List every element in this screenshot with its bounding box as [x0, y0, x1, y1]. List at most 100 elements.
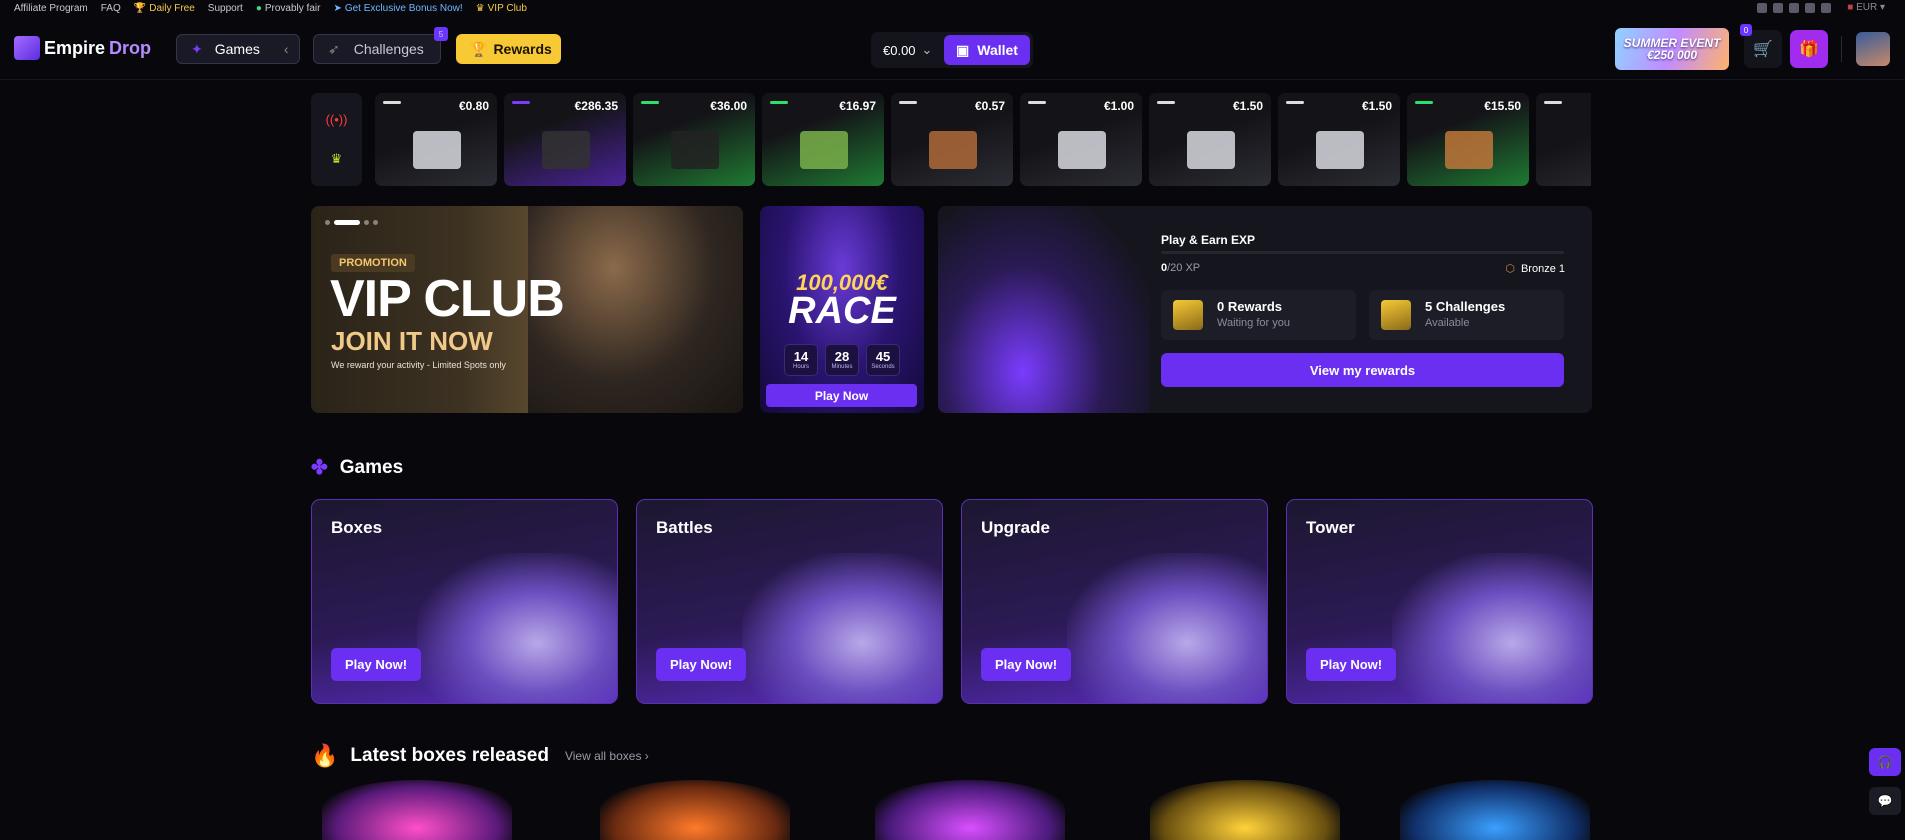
main-header: Empire Drop ✦ Games ‹ ➶ Challenges 5 🏆 Re…: [0, 16, 1905, 80]
game-card-tower[interactable]: Tower Play Now!: [1286, 499, 1593, 704]
drop-card[interactable]: €1.00: [1020, 93, 1142, 186]
rewards-card[interactable]: 0 Rewards Waiting for you: [1161, 290, 1356, 340]
gift-box-icon: [1173, 300, 1203, 330]
logo[interactable]: Empire Drop: [14, 36, 151, 60]
drop-card[interactable]: €1.50: [1278, 93, 1400, 186]
play-button[interactable]: Play Now!: [1306, 648, 1397, 681]
balance-box: €0.00 ⌄ ▣ Wallet: [871, 32, 1033, 68]
rarity-bar: [1028, 101, 1046, 104]
youtube-icon[interactable]: [1805, 2, 1816, 13]
latest-box[interactable]: [600, 780, 790, 840]
affiliate-link[interactable]: Affiliate Program: [14, 3, 88, 14]
game-card-battles[interactable]: Battles Play Now!: [636, 499, 943, 704]
drop-price: €0.57: [974, 99, 1005, 113]
game-card-boxes[interactable]: Boxes Play Now!: [311, 499, 618, 704]
drop-item-image: [1445, 131, 1493, 169]
drop-item-image: [800, 131, 848, 169]
drop-price: €1.50: [1361, 99, 1392, 113]
game-card-upgrade[interactable]: Upgrade Play Now!: [961, 499, 1268, 704]
drop-item-image: [929, 131, 977, 169]
support-button[interactable]: 🎧: [1869, 748, 1901, 776]
instagram-icon[interactable]: [1757, 2, 1768, 13]
rarity-bar: [770, 101, 788, 104]
exp-panel: Play & Earn EXP 0/20 XP ⬡ Bronze 1 0 Rewa…: [938, 206, 1592, 413]
provably-fair-link[interactable]: ● Provably fair: [256, 3, 321, 14]
trophy-cup-icon: [1381, 300, 1411, 330]
exp-character-image: [938, 206, 1150, 413]
gamepad-icon: ✤: [311, 457, 328, 479]
daily-free-link[interactable]: 🏆 Daily Free: [134, 3, 195, 14]
rarity-bar: [1157, 101, 1175, 104]
drop-card[interactable]: [1536, 93, 1591, 186]
wallet-icon: ▣: [956, 41, 970, 58]
flame-icon: 🔥: [311, 743, 339, 768]
carousel-dot[interactable]: [364, 220, 369, 225]
drop-card[interactable]: €15.50: [1407, 93, 1529, 186]
play-button[interactable]: Play Now!: [656, 648, 747, 681]
upgrade-art: [1067, 553, 1267, 703]
play-button[interactable]: Play Now!: [331, 648, 422, 681]
latest-box[interactable]: [322, 780, 512, 840]
race-countdown: 14 Hours 28 Minutes 45 Seconds: [784, 344, 900, 376]
balance-value[interactable]: €0.00: [883, 43, 916, 58]
carousel-dot-active[interactable]: [334, 220, 360, 225]
telegram-icon: ➤: [333, 2, 342, 14]
cart-button[interactable]: 🛒 0: [1740, 24, 1782, 68]
games-menu-button[interactable]: ✦ Games ‹: [176, 34, 300, 64]
challenges-button[interactable]: ➶ Challenges 5: [313, 27, 448, 64]
headset-icon: 🎧: [1877, 755, 1893, 769]
drop-price: €15.50: [1484, 99, 1521, 113]
view-rewards-button[interactable]: View my rewards: [1161, 353, 1564, 387]
wallet-button[interactable]: ▣ Wallet: [944, 35, 1030, 65]
drop-item-image: [1058, 131, 1106, 169]
drop-card[interactable]: €0.80: [375, 93, 497, 186]
drop-item-image: [542, 131, 590, 169]
avatar[interactable]: [1856, 32, 1890, 66]
challenges-card[interactable]: 5 Challenges Available: [1369, 290, 1564, 340]
currency-selector[interactable]: ■ EUR ▾: [1847, 2, 1885, 13]
carousel-dot[interactable]: [325, 220, 330, 225]
promo-title: VIP CLUB: [330, 270, 565, 328]
support-link[interactable]: Support: [208, 3, 243, 14]
vip-club-banner[interactable]: PROMOTION VIP CLUB JOIN IT NOW We reward…: [311, 206, 743, 413]
chat-button[interactable]: 💬: [1869, 787, 1901, 815]
drop-card[interactable]: €0.57: [891, 93, 1013, 186]
trophy-icon: 🏆: [133, 2, 147, 14]
gift-button[interactable]: 🎁: [1790, 30, 1828, 68]
race-banner[interactable]: 100,000€ RACE 14 Hours 28 Minutes 45 Second…: [760, 206, 924, 413]
chevron-down-icon[interactable]: ⌄: [922, 42, 933, 58]
race-play-button[interactable]: Play Now: [766, 384, 917, 407]
latest-box[interactable]: [875, 780, 1065, 840]
bonus-link[interactable]: ➤ Get Exclusive Bonus Now!: [333, 3, 462, 14]
flag-icon: ■: [1847, 2, 1854, 13]
drop-card[interactable]: €286.35: [504, 93, 626, 186]
summer-event-banner[interactable]: SUMMER EVENT €250 000: [1615, 28, 1729, 70]
drop-card[interactable]: €16.97: [762, 93, 884, 186]
latest-box[interactable]: [1150, 780, 1340, 840]
drop-card[interactable]: €1.50: [1149, 93, 1271, 186]
drop-item-image: [1316, 131, 1364, 169]
rewards-button[interactable]: 🏆 Rewards: [456, 34, 561, 64]
exp-title: Play & Earn EXP: [1161, 233, 1256, 247]
social-links: ■ EUR ▾: [1757, 2, 1885, 13]
crown-icon[interactable]: ♛: [331, 151, 343, 167]
drop-item-image: [1187, 131, 1235, 169]
live-icon[interactable]: ((•)): [326, 112, 348, 127]
drop-price: €1.50: [1232, 99, 1263, 113]
exp-progress-bar: [1161, 251, 1564, 254]
carousel-dot[interactable]: [373, 220, 378, 225]
trophy-icon: 🏆: [470, 40, 488, 57]
drop-card[interactable]: €36.00: [633, 93, 755, 186]
play-button[interactable]: Play Now!: [981, 648, 1072, 681]
x-icon[interactable]: [1789, 2, 1800, 13]
rarity-bar: [512, 101, 530, 104]
faq-link[interactable]: FAQ: [101, 3, 121, 14]
view-all-link[interactable]: View all boxes ›: [565, 749, 649, 763]
facebook-icon[interactable]: [1773, 2, 1784, 13]
vip-club-link[interactable]: ♛ VIP Club: [476, 3, 527, 14]
gamepad-icon: ✦: [191, 40, 203, 57]
rarity-bar: [1544, 101, 1562, 104]
latest-box[interactable]: [1400, 780, 1590, 840]
countdown-hours: 14 Hours: [784, 344, 818, 376]
telegram-social-icon[interactable]: [1821, 2, 1832, 13]
